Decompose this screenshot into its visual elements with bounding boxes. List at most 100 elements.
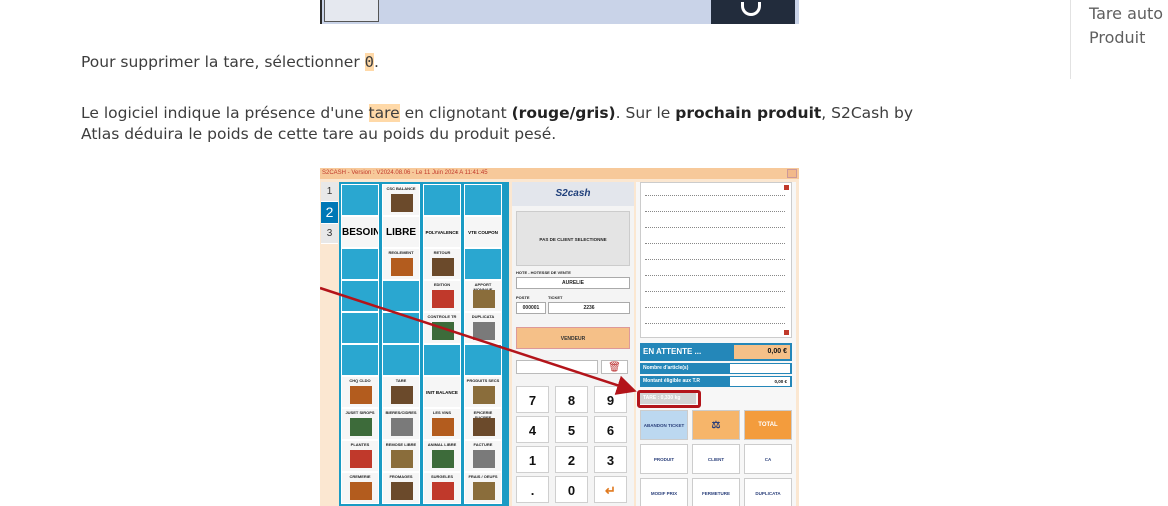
grid-item-les-vins[interactable]: LES VINS	[423, 408, 461, 440]
key-3[interactable]: 3	[594, 446, 627, 473]
empty-cell[interactable]	[423, 344, 461, 376]
bold-text: (rouge/gris)	[511, 104, 616, 122]
balance-icon-button[interactable]: ⚖	[692, 410, 740, 440]
right-panel: EN ATTENTE ... 0,00 € Nombre d'article(s…	[636, 182, 796, 506]
grid-item-epicerie-sucree[interactable]: EPICERIE SUCREE	[464, 408, 502, 440]
key-2[interactable]: 2	[555, 446, 588, 473]
duplicata-button[interactable]: DUPLICATA	[744, 478, 792, 506]
toc-item-tare-auto[interactable]: Tare auto	[1089, 4, 1163, 23]
grid-item-tare[interactable]: TARE	[382, 376, 420, 408]
key-8[interactable]: 8	[555, 386, 588, 413]
grid-item-label: PLANTES	[350, 442, 370, 447]
tab-3[interactable]: 3	[321, 224, 338, 244]
empty-cell[interactable]	[341, 248, 379, 280]
poste-value: 000001	[516, 302, 546, 314]
abandon-ticket-button[interactable]: ABANDON TICKET	[640, 410, 688, 440]
grid-item-edition[interactable]: EDITION	[423, 280, 461, 312]
empty-cell[interactable]	[341, 184, 379, 216]
grid-item-cremerie[interactable]: CREMERIE	[341, 472, 379, 504]
grid-item-label: JUSET SIROPS	[345, 410, 375, 415]
grid-item-label: LIBRE	[386, 227, 416, 238]
grid-item-label: INIT BALANCE	[426, 390, 458, 395]
empty-cell[interactable]	[382, 312, 420, 344]
empty-cell[interactable]	[464, 184, 502, 216]
minimize-button[interactable]	[787, 169, 797, 178]
grid-item-plantes[interactable]: PLANTES	[341, 440, 379, 472]
grid-item-fromages[interactable]: FROMAGES	[382, 472, 420, 504]
key-enter[interactable]: ↵	[594, 476, 627, 503]
fermeture-button[interactable]: FERMETURE	[692, 478, 740, 506]
grid-item-frais-oeufs[interactable]: FRAIS / OEUFS	[464, 472, 502, 504]
grid-item-label: RETOUR	[433, 250, 451, 255]
grid-item-duplicata[interactable]: DUPLICATA	[464, 312, 502, 344]
grid-item-juset-sirops[interactable]: JUSET SIROPS	[341, 408, 379, 440]
client-button[interactable]: CLIENT	[692, 444, 740, 474]
grid-item-bieres-cidres[interactable]: BIERES/CIDRES	[382, 408, 420, 440]
empty-cell[interactable]	[341, 280, 379, 312]
grid-item-apport-monnaie[interactable]: APPORT MONNAIE	[464, 280, 502, 312]
grid-item-csc-balance[interactable]: CSC BALANCE	[382, 184, 420, 216]
poste-label: POSTE	[516, 295, 530, 300]
client-box[interactable]: PAS DE CLIENT SELECTIONNE	[516, 211, 630, 266]
grid-item-libre[interactable]: LIBRE	[382, 216, 420, 248]
empty-cell[interactable]	[423, 184, 461, 216]
key-5[interactable]: 5	[555, 416, 588, 443]
ca-button[interactable]: CA	[744, 444, 792, 474]
tab-1[interactable]: 1	[321, 182, 338, 202]
key-1[interactable]: 1	[516, 446, 549, 473]
grid-item-remose-libre[interactable]: REMOSE LIBRE	[382, 440, 420, 472]
scroll-icon[interactable]	[784, 330, 789, 335]
key-6[interactable]: 6	[594, 416, 627, 443]
table-of-contents: Tare auto Produit	[1070, 0, 1168, 79]
grid-item-controle-tr[interactable]: CONTROLE TR	[423, 312, 461, 344]
grid-item-init-balance[interactable]: INIT BALANCE	[423, 376, 461, 408]
ticket-line	[645, 275, 785, 276]
product-image-icon	[391, 386, 413, 404]
ring-icon	[741, 2, 761, 16]
key-4[interactable]: 4	[516, 416, 549, 443]
center-panel: S2cash PAS DE CLIENT SELECTIONNE HOTE - …	[512, 182, 634, 506]
toc-item-produit[interactable]: Produit	[1089, 28, 1145, 47]
modif-prix-button[interactable]: MODIF PRIX	[640, 478, 688, 506]
close-icon[interactable]	[784, 185, 789, 190]
empty-cell[interactable]	[382, 280, 420, 312]
tab-2[interactable]: 2	[321, 202, 338, 224]
product-grid: CSC BALANCE BESOIN LIBRE POLYVALENCE VTE COU…	[339, 182, 509, 506]
empty-cell[interactable]	[464, 248, 502, 280]
empty-cell[interactable]	[464, 344, 502, 376]
ticket-paper	[640, 182, 792, 338]
paragraph-remove-tare: Pour supprimer la tare, sélectionner 0.	[81, 52, 379, 73]
grid-item-besoin[interactable]: BESOIN	[341, 216, 379, 248]
grid-item-vte-coupon[interactable]: VTE COUPON	[464, 216, 502, 248]
total-button[interactable]: TOTAL	[744, 410, 792, 440]
ticket-line	[645, 307, 785, 308]
grid-item-label: LES VINS	[432, 410, 452, 415]
grid-item-reglement[interactable]: REGLEMENT	[382, 248, 420, 280]
grid-item-chq-cldo[interactable]: CHQ CLDO	[341, 376, 379, 408]
grid-item-produits-secs[interactable]: PRODUITS SECS	[464, 376, 502, 408]
product-image-icon	[432, 482, 454, 500]
ticket-line	[645, 259, 785, 260]
grid-item-surgeles[interactable]: SURGELES	[423, 472, 461, 504]
empty-cell[interactable]	[341, 344, 379, 376]
key-7[interactable]: 7	[516, 386, 549, 413]
product-image-icon	[350, 450, 372, 468]
product-image-icon	[391, 258, 413, 276]
grid-item-facture[interactable]: FACTURE	[464, 440, 502, 472]
grid-item-label: CSC BALANCE	[386, 186, 416, 191]
empty-cell[interactable]	[382, 344, 420, 376]
nombre-value	[730, 364, 790, 373]
key-9[interactable]: 9	[594, 386, 627, 413]
vendeur-button[interactable]: VENDEUR	[516, 327, 630, 349]
grid-item-polyvalence[interactable]: POLYVALENCE	[423, 216, 461, 248]
page-tabs: 1 2 3	[321, 182, 338, 244]
grid-item-retour[interactable]: RETOUR	[423, 248, 461, 280]
empty-cell[interactable]	[341, 312, 379, 344]
key-0[interactable]: 0	[555, 476, 588, 503]
key-dot[interactable]: .	[516, 476, 549, 503]
produit-button[interactable]: PRODUIT	[640, 444, 688, 474]
product-image-icon	[391, 450, 413, 468]
product-image-icon	[432, 322, 454, 340]
en-attente-amount: 0,00 €	[734, 345, 790, 359]
grid-item-animal-libre[interactable]: ANIMAL LIBRE	[423, 440, 461, 472]
